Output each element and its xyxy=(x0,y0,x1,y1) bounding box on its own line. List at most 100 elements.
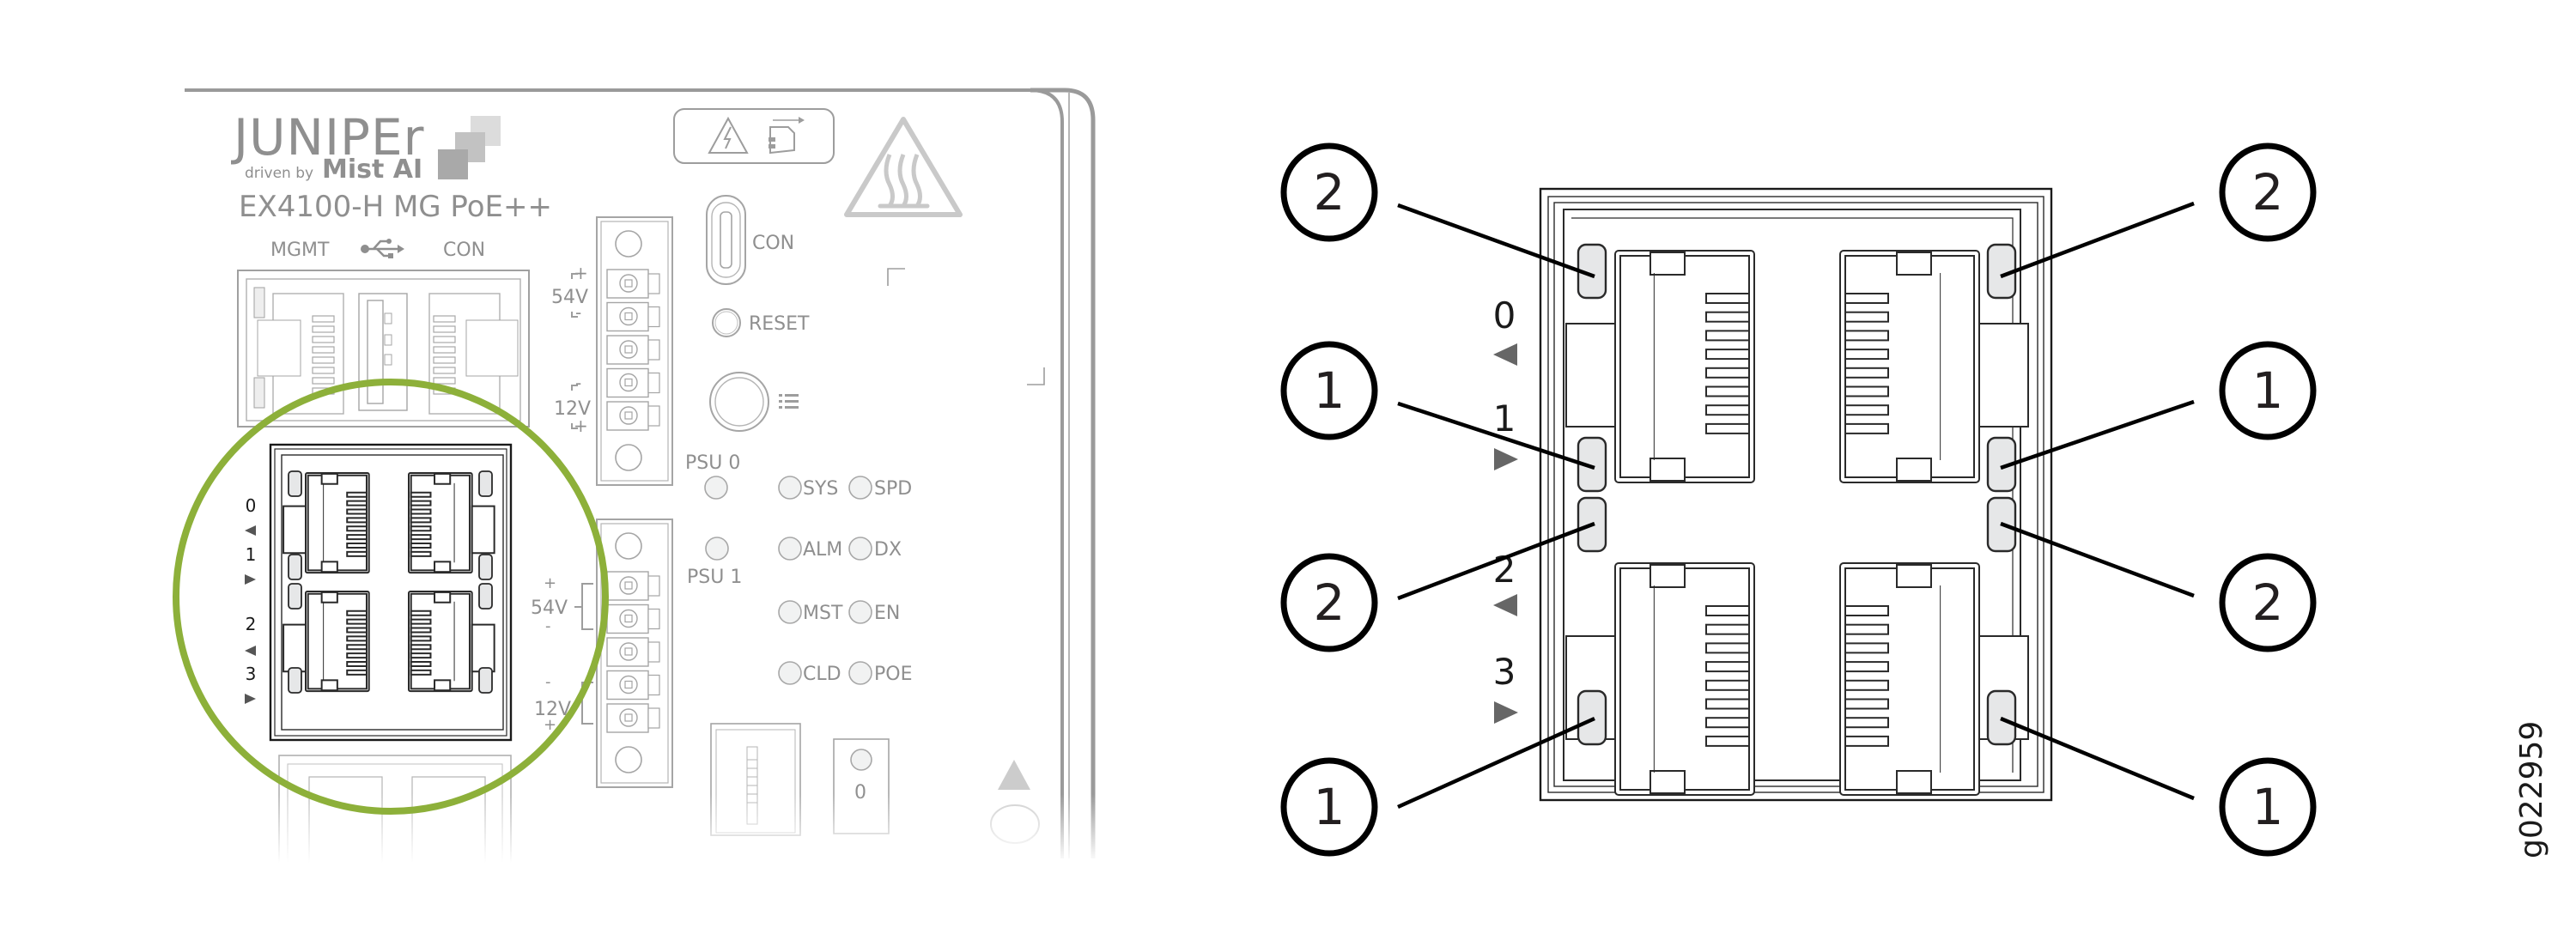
hot-surface-icon xyxy=(844,117,963,217)
power-terminal xyxy=(606,603,660,634)
contact-pin xyxy=(1705,422,1750,434)
reset-button[interactable] xyxy=(712,308,741,337)
console-usb-c-port[interactable] xyxy=(706,195,746,285)
contact-pin xyxy=(1705,330,1750,342)
brand-tagline-prefix: driven by xyxy=(245,165,313,182)
contact-pin xyxy=(1844,422,1889,434)
arrow-left-icon xyxy=(245,525,256,536)
contact-pin xyxy=(346,534,368,541)
psu-0-power-connector[interactable] xyxy=(596,216,673,486)
callout-number: 2 xyxy=(2252,163,2284,221)
callout-number: 2 xyxy=(1314,573,1346,632)
contact-pin xyxy=(346,500,368,506)
contact-pin xyxy=(346,542,368,549)
figure-id: g022959 xyxy=(2514,721,2549,858)
usb-icon xyxy=(361,239,404,258)
contact-pin xyxy=(346,635,368,642)
detail-port-number-1: 1 xyxy=(1493,397,1516,440)
contact-pin xyxy=(410,669,432,676)
power-terminal xyxy=(606,703,660,733)
panel-fade-overlay xyxy=(172,794,1116,863)
contact-pin xyxy=(1705,642,1750,654)
contact-pin xyxy=(410,534,432,541)
uplink-led-left-0 xyxy=(288,470,302,497)
contact-pin xyxy=(346,508,368,515)
contact-pin xyxy=(1844,679,1889,691)
psu-0-label: PSU 0 xyxy=(685,452,740,474)
uplink-port-block[interactable] xyxy=(269,443,513,742)
power-terminal xyxy=(606,335,660,365)
power-terminal xyxy=(606,401,660,431)
contact-pin xyxy=(346,517,368,524)
polarity-sign: - xyxy=(545,617,551,635)
contact-pin xyxy=(1705,367,1750,379)
contact-pin xyxy=(410,550,432,557)
power-terminal xyxy=(606,269,660,299)
contact-pin xyxy=(1844,404,1889,416)
contact-pin xyxy=(1844,698,1889,710)
contact-pin xyxy=(1844,661,1889,673)
arrow-left-icon xyxy=(1493,343,1517,366)
reset-label: RESET xyxy=(749,313,810,335)
polarity-sign: + xyxy=(574,415,588,436)
figure-canvas: JUNIPEr driven by Mist AI EX4100-H MG Po… xyxy=(172,88,2549,934)
contact-pin xyxy=(410,500,432,506)
psu-1-power-connector[interactable] xyxy=(596,519,673,788)
contact-pin xyxy=(410,618,432,625)
uplink-led-right-2 xyxy=(478,583,493,610)
contact-pin xyxy=(1844,642,1889,654)
led-label-dx: DX xyxy=(874,539,902,561)
led-spd xyxy=(848,476,872,500)
uplink-led-left-1 xyxy=(288,554,302,580)
logo-square-dark xyxy=(438,149,468,179)
device-front-panel: JUNIPEr driven by Mist AI EX4100-H MG Po… xyxy=(172,88,1116,934)
contact-pin xyxy=(1705,385,1750,397)
callout-number: 1 xyxy=(2252,361,2284,420)
led-cld xyxy=(778,661,802,685)
power-terminal xyxy=(606,301,660,332)
polarity-sign: + xyxy=(544,574,556,592)
brand-tagline: Mist AI xyxy=(322,155,422,185)
locate-button[interactable] xyxy=(709,372,769,432)
contact-pin xyxy=(1844,330,1889,342)
corner-mark xyxy=(887,268,905,286)
contact-pin xyxy=(1844,311,1889,323)
contact-pin xyxy=(1705,404,1750,416)
uplink-port-number-1: 1 xyxy=(246,544,257,565)
polarity-sign: - xyxy=(575,373,581,393)
contact-pin xyxy=(1844,349,1889,361)
power-terminal xyxy=(606,637,660,667)
led-label-en: EN xyxy=(874,603,900,624)
psu-0-upper-voltage-label: 54V xyxy=(551,287,588,308)
arrow-left-icon xyxy=(1493,594,1517,616)
callout-number: 1 xyxy=(1314,361,1346,420)
contact-pin xyxy=(410,491,432,498)
contact-pin xyxy=(1844,385,1889,397)
led-en xyxy=(848,600,872,624)
detail-port-number-3: 3 xyxy=(1493,651,1516,693)
contact-pin xyxy=(1844,367,1889,379)
contact-pin xyxy=(346,627,368,634)
arrow-right-icon xyxy=(245,574,256,585)
led-sys xyxy=(778,476,802,500)
power-terminal xyxy=(606,571,660,601)
contact-pin xyxy=(1844,623,1889,635)
led-label-sys: SYS xyxy=(803,478,838,500)
contact-pin xyxy=(346,669,368,676)
panel-fade-fill xyxy=(172,863,1116,934)
contact-pin xyxy=(410,644,432,651)
contact-pin xyxy=(1844,293,1889,304)
contact-pin xyxy=(1844,735,1889,747)
contact-pin xyxy=(410,660,432,667)
contact-pin xyxy=(410,635,432,642)
callout-number: 1 xyxy=(1314,778,1346,836)
list-icon xyxy=(779,394,799,409)
uplink-port-number-0: 0 xyxy=(246,495,257,516)
contact-pin xyxy=(346,660,368,667)
contact-pin xyxy=(1705,293,1750,304)
led-dx xyxy=(848,537,872,561)
contact-pin xyxy=(410,610,432,616)
contact-pin xyxy=(1705,623,1750,635)
led-mst xyxy=(778,600,802,624)
callout-number: 1 xyxy=(2252,778,2284,836)
